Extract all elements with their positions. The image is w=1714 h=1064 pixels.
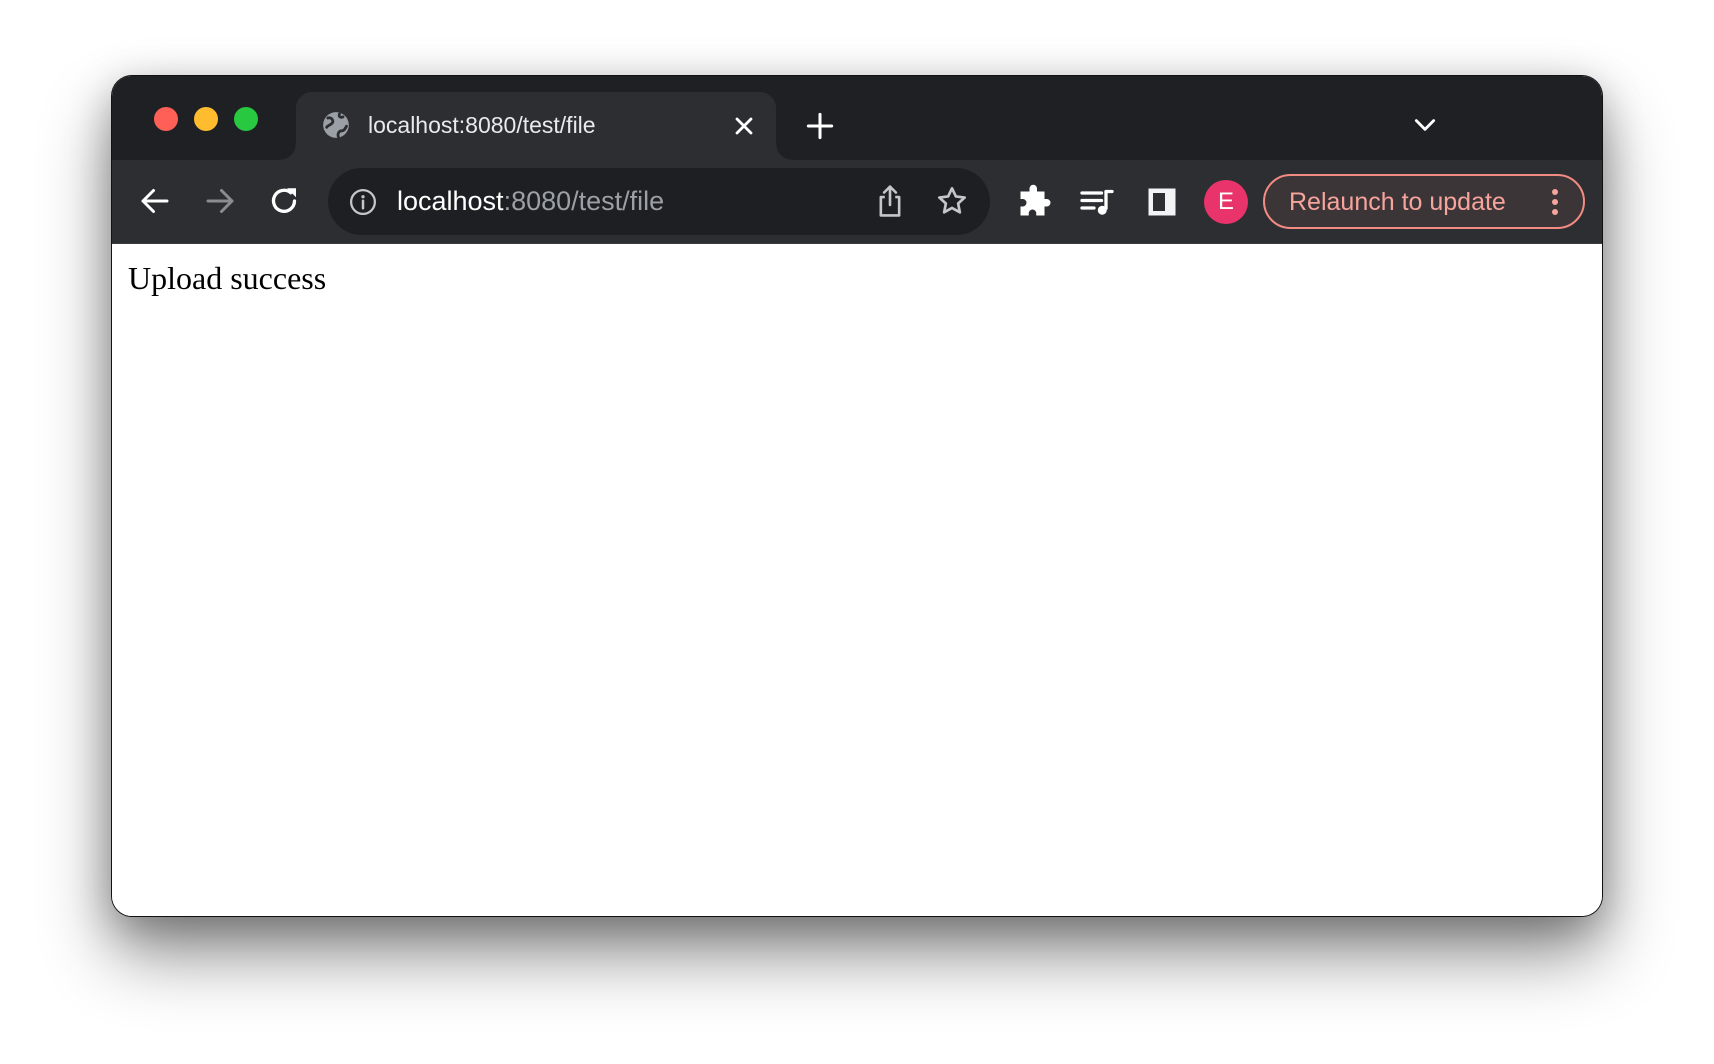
side-panel-icon[interactable] — [1144, 184, 1180, 220]
page-content: Upload success — [112, 244, 1602, 916]
puzzle-icon[interactable] — [1016, 184, 1052, 220]
reload-icon[interactable] — [266, 183, 302, 219]
tab-title: localhost:8080/test/file — [368, 112, 596, 138]
star-icon[interactable] — [936, 185, 968, 217]
tab-active[interactable]: localhost:8080/test/file — [280, 92, 792, 160]
arrow-left-icon[interactable] — [137, 183, 173, 219]
arrow-right-icon[interactable] — [202, 183, 238, 219]
address-bar[interactable]: localhost:8080/test/file — [328, 168, 990, 235]
relaunch-to-update-button[interactable]: Relaunch to update — [1263, 174, 1585, 229]
globe-icon — [323, 112, 349, 139]
upload-status-message: Upload success — [128, 260, 327, 296]
url-host: localhost — [397, 186, 504, 216]
url-path: :8080/test/file — [503, 186, 665, 216]
toolbar: localhost:8080/test/file E Relaunch to u… — [112, 160, 1602, 244]
window-zoom-button[interactable] — [234, 107, 258, 131]
chevron-down-icon[interactable] — [1412, 112, 1438, 138]
url-text[interactable]: localhost:8080/test/file — [397, 184, 664, 218]
browser-window: localhost:8080/test/file localhost:8080/… — [112, 76, 1602, 916]
kebab-menu-icon[interactable] — [1549, 187, 1561, 217]
relaunch-label: Relaunch to update — [1289, 188, 1506, 216]
window-minimize-button[interactable] — [194, 107, 218, 131]
profile-avatar[interactable]: E — [1204, 180, 1248, 224]
share-icon[interactable] — [874, 184, 906, 218]
info-icon[interactable] — [348, 187, 378, 217]
close-icon[interactable] — [730, 112, 758, 140]
tab-strip: localhost:8080/test/file — [112, 76, 1602, 160]
media-queue-icon[interactable] — [1079, 184, 1115, 220]
window-close-button[interactable] — [154, 107, 178, 131]
plus-icon[interactable] — [806, 112, 834, 140]
